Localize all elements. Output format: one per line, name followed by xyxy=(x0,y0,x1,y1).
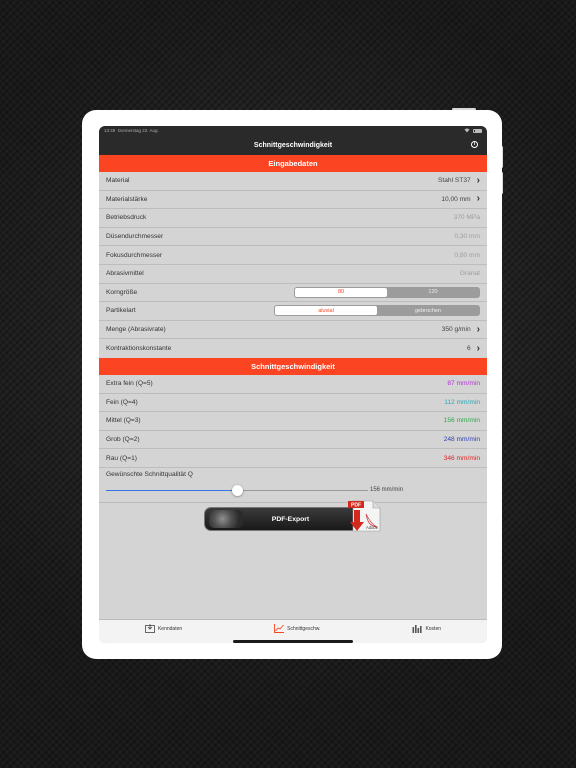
row-label: Abrasivmittel xyxy=(106,270,144,278)
quality-slider-fill xyxy=(106,489,237,492)
chevron-right-icon: › xyxy=(476,342,480,354)
segment-option[interactable]: gebrochen xyxy=(377,306,479,315)
tab-label: Schnittgeschw. xyxy=(287,625,321,632)
tab-kosten[interactable]: Kosten xyxy=(412,624,441,633)
row-speed-extra-fein: Extra fein (Q=5) 87 mm/min xyxy=(99,375,487,394)
nav-bar: Schnittgeschwindigkeit i xyxy=(99,135,487,155)
partikelart-segmented-control: aluvial gebrochen xyxy=(274,305,480,317)
quality-slider-track[interactable] xyxy=(106,484,368,496)
row-speed-grob: Grob (Q=2) 248 mm/min xyxy=(99,431,487,450)
row-material[interactable]: Material Stahl ST37 › xyxy=(99,172,487,191)
segment-option[interactable]: 120 xyxy=(387,288,479,297)
row-materialstaerke[interactable]: Materialstärke 10,00 mm › xyxy=(99,191,487,210)
row-value: 248 mm/min xyxy=(443,436,480,444)
row-label: Kontraktionskonstante xyxy=(106,345,172,353)
korngroesse-segmented-control: 80 120 xyxy=(294,286,480,298)
chevron-right-icon: › xyxy=(476,193,480,205)
status-bar: 13:48 Donnerstag 22. Aug. xyxy=(99,126,487,135)
row-label: Menge (Abrasivrate) xyxy=(106,326,166,334)
quality-slider-row: Gewünschte Schnittqualität Q 156 mm/min xyxy=(99,468,487,503)
row-label: Mittel (Q=3) xyxy=(106,417,141,425)
inbox-icon xyxy=(145,624,155,633)
row-value: 10,00 mm xyxy=(441,195,471,203)
row-value: Stahl ST37 xyxy=(438,177,471,185)
row-speed-fein: Fein (Q=4) 112 mm/min xyxy=(99,394,487,413)
tab-label: Kosten xyxy=(425,625,442,632)
row-label: Material xyxy=(106,177,130,185)
chevron-right-icon: › xyxy=(476,323,480,335)
wifi-icon xyxy=(464,128,470,133)
quality-slider-thumb[interactable] xyxy=(231,484,243,496)
row-label: Extra fein (Q=5) xyxy=(106,380,153,388)
home-indicator xyxy=(233,640,353,643)
row-label: Materialstärke xyxy=(106,195,148,203)
battery-icon xyxy=(473,128,482,133)
row-value: Granat xyxy=(459,270,480,278)
row-menge[interactable]: Menge (Abrasivrate) 350 g/min › xyxy=(99,321,487,340)
row-value: 0,80 mm xyxy=(454,251,480,259)
pdf-button-splash xyxy=(209,510,243,528)
row-label: Korngröße xyxy=(106,288,138,296)
pdf-document-icon[interactable]: PDF Adobe xyxy=(347,500,381,532)
pdf-brand-text: Adobe xyxy=(366,525,379,530)
row-value: 370 MPa xyxy=(453,214,480,222)
chart-icon xyxy=(274,624,285,633)
row-kontraktionskonstante[interactable]: Kontraktionskonstante 6 › xyxy=(99,339,487,358)
row-korngroesse: Korngröße 80 120 xyxy=(99,284,487,303)
tab-kenndaten[interactable]: Kenndaten xyxy=(145,624,182,633)
row-value: 346 mm/min xyxy=(443,454,480,462)
row-speed-mittel: Mittel (Q=3) 156 mm/min xyxy=(99,412,487,431)
row-fokusdurchmesser: Fokusdurchmesser 0,80 mm xyxy=(99,246,487,265)
row-value: 6 xyxy=(466,345,471,353)
row-duesendurchmesser: Düsendurchmesser 0,30 mm xyxy=(99,228,487,247)
status-time-date: 13:48 Donnerstag 22. Aug. xyxy=(104,128,159,133)
bar-chart-icon xyxy=(412,625,423,633)
app-screen: 13:48 Donnerstag 22. Aug. Schnittgeschwi… xyxy=(99,126,487,643)
row-partikelart: Partikelart aluvial gebrochen xyxy=(99,302,487,321)
pdf-badge-text: PDF xyxy=(351,502,361,508)
chevron-right-icon: › xyxy=(476,174,480,186)
row-abrasivmittel: Abrasivmittel Granat xyxy=(99,265,487,284)
nav-title: Schnittgeschwindigkeit xyxy=(253,141,333,149)
row-label: Betriebsdruck xyxy=(106,214,147,222)
status-date: Donnerstag 22. Aug. xyxy=(117,128,159,133)
row-label: Fokusdurchmesser xyxy=(106,251,163,259)
status-indicators xyxy=(464,128,482,133)
row-value: 112 mm/min xyxy=(444,398,480,406)
tab-label: Kenndaten xyxy=(157,625,183,632)
row-label: Grob (Q=2) xyxy=(106,436,140,444)
info-icon[interactable]: i xyxy=(471,141,478,148)
row-label: Düsendurchmesser xyxy=(106,233,164,241)
section-header-input: Eingabedaten xyxy=(99,155,487,172)
row-label: Rau (Q=1) xyxy=(106,454,137,462)
row-label: Partikelart xyxy=(106,307,136,315)
slider-value: 156 mm/min xyxy=(370,486,404,493)
row-value: 350 g/min xyxy=(441,326,471,334)
row-label: Fein (Q=4) xyxy=(106,398,138,406)
segment-option[interactable]: aluvial xyxy=(275,306,377,316)
segment-option[interactable]: 80 xyxy=(295,287,387,297)
tab-schnittgeschwindigkeit[interactable]: Schnittgeschw. xyxy=(274,624,320,633)
row-speed-rau: Rau (Q=1) 346 mm/min xyxy=(99,449,487,468)
slider-label: Gewünschte Schnittqualität Q xyxy=(106,470,193,478)
row-value: 156 mm/min xyxy=(443,417,480,425)
row-value: 0,30 mm xyxy=(454,233,480,241)
status-time: 13:48 xyxy=(104,128,116,133)
section-header-speed: Schnittgeschwindigkeit xyxy=(99,357,487,375)
row-betriebsdruck: Betriebsdruck 370 MPa xyxy=(99,209,487,228)
row-value: 87 mm/min xyxy=(447,380,480,388)
pdf-export-label: PDF-Export xyxy=(271,515,310,523)
